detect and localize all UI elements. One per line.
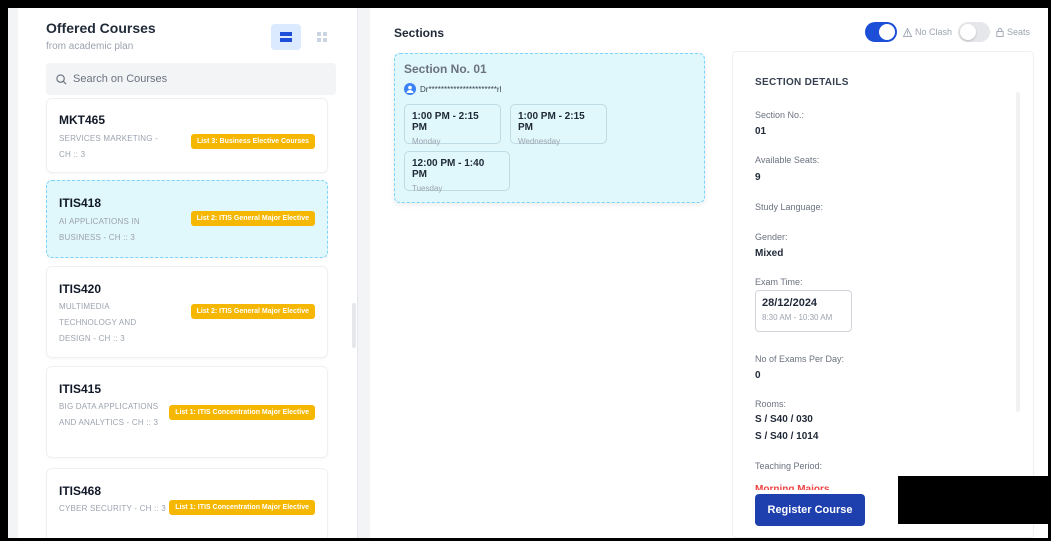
slot-time: 1:00 PM - 2:15 PM	[412, 111, 479, 133]
exam-hours: 8:30 AM - 10:30 AM	[762, 313, 833, 322]
lock-icon	[996, 27, 1004, 37]
course-list-scrollbar[interactable]	[352, 303, 356, 348]
exams-per-day-value: 0	[755, 370, 761, 381]
course-code: ITIS420	[59, 282, 102, 296]
search-icon	[56, 73, 67, 85]
course-code: ITIS415	[59, 382, 102, 396]
course-list-tag: List 3: Business Elective Courses	[190, 134, 315, 149]
seats-text: Seats	[1007, 27, 1031, 37]
room-item: S / S40 / 030	[755, 414, 813, 425]
seats-toggle[interactable]	[958, 22, 991, 42]
register-course-button[interactable]: Register Course	[755, 494, 865, 526]
section-card-01[interactable]: Section No. 01 Dr**********************r…	[394, 53, 705, 203]
search-placeholder: Search on Courses	[73, 73, 168, 85]
course-list-tag: List 2: ITIS General Major Elective	[190, 211, 315, 226]
course-code: ITIS468	[59, 484, 102, 498]
redaction-block	[898, 476, 1048, 524]
slot-time: 12:00 PM - 1:40 PM	[412, 158, 485, 180]
course-list-tag: List 1: ITIS Concentration Major Electiv…	[169, 500, 315, 515]
list-view-button[interactable]	[271, 24, 301, 50]
course-name: SERVICES MARKETING - CH :: 3	[59, 134, 158, 159]
instructor-name: Dr**********************rl	[420, 84, 502, 94]
details-scrollbar[interactable]	[1016, 92, 1020, 412]
list-view-icon	[280, 32, 292, 42]
grid-view-icon	[317, 32, 327, 42]
course-card-mkt465[interactable]: MKT465 SERVICES MARKETING - CH :: 3 List…	[46, 98, 328, 173]
course-card-itis420[interactable]: ITIS420 MULTIMEDIA TECHNOLOGY AND DESIGN…	[46, 266, 328, 358]
course-card-itis418[interactable]: ITIS418 AI APPLICATIONS IN BUSINESS - CH…	[46, 180, 328, 258]
time-slot: 1:00 PM - 2:15 PM Monday	[404, 104, 501, 146]
slot-time: 1:00 PM - 2:15 PM	[518, 111, 585, 133]
course-card-itis468[interactable]: ITIS468 CYBER SECURITY - CH :: 3 List 1:…	[46, 468, 328, 538]
rooms-label: Rooms:	[755, 399, 787, 409]
no-clash-text: No Clash	[915, 27, 953, 37]
panel-title: Offered Courses	[46, 20, 156, 36]
slot-day: Tuesday	[412, 184, 443, 193]
course-name: BIG DATA APPLICATIONS AND ANALYTICS - CH…	[59, 402, 159, 427]
section-number: Section No. 01	[404, 62, 487, 76]
section-details-panel: SECTION DETAILS Section No.: 01 Availabl…	[732, 51, 1034, 538]
warning-icon	[903, 27, 912, 37]
user-icon	[406, 85, 414, 93]
course-code: ITIS418	[59, 196, 102, 210]
course-name: AI APPLICATIONS IN BUSINESS - CH :: 3	[59, 217, 140, 242]
toggle-knob	[879, 24, 895, 40]
offered-courses-panel: Offered Courses from academic plan Searc…	[18, 8, 358, 538]
exam-time-label: Exam Time:	[755, 277, 803, 287]
no-clash-label: No Clash	[903, 27, 952, 37]
gender-value: Mixed	[755, 248, 784, 259]
instructor-avatar-icon	[404, 83, 416, 95]
seats-label: Available Seats:	[755, 155, 820, 165]
instructor: Dr**********************rl	[404, 83, 501, 95]
course-search-input[interactable]: Search on Courses	[46, 63, 336, 95]
course-name: CYBER SECURITY - CH :: 3	[59, 504, 166, 513]
filter-toggles: No Clash Seats	[865, 22, 1030, 42]
course-name: MULTIMEDIA TECHNOLOGY AND DESIGN - CH ::…	[59, 302, 137, 343]
course-code: MKT465	[59, 113, 106, 127]
slot-day: Wednesday	[518, 137, 561, 146]
room-item: S / S40 / 1014	[755, 431, 819, 442]
course-card-itis415[interactable]: ITIS415 BIG DATA APPLICATIONS AND ANALYT…	[46, 366, 328, 458]
exams-per-day-label: No of Exams Per Day:	[755, 354, 845, 364]
section-no-value: 01	[755, 126, 767, 137]
exam-date: 28/12/2024	[762, 297, 818, 309]
seats-label: Seats	[996, 27, 1030, 37]
time-slot: 12:00 PM - 1:40 PM Tuesday	[404, 151, 510, 193]
seats-value: 9	[755, 172, 761, 183]
gender-label: Gender:	[755, 232, 788, 242]
teaching-period-value: Morning Majors	[755, 484, 830, 490]
course-list-tag: List 1: ITIS Concentration Major Electiv…	[169, 405, 315, 420]
section-no-label: Section No.:	[755, 110, 805, 120]
no-clash-toggle[interactable]	[865, 22, 897, 42]
time-slot: 1:00 PM - 2:15 PM Wednesday	[510, 104, 607, 146]
app-frame: Offered Courses from academic plan Searc…	[8, 8, 1048, 538]
sections-panel: Sections No Clash Seats Section No. 01 D…	[370, 8, 1048, 538]
exam-time-box: 28/12/2024 8:30 AM - 10:30 AM	[755, 290, 852, 332]
teaching-period-label: Teaching Period:	[755, 461, 823, 471]
details-title: SECTION DETAILS	[755, 77, 849, 88]
sections-title: Sections	[394, 26, 445, 40]
slot-day: Monday	[412, 137, 441, 146]
grid-view-button[interactable]	[307, 24, 337, 50]
panel-subtitle: from academic plan	[46, 41, 134, 52]
course-list-tag: List 2: ITIS General Major Elective	[190, 304, 315, 319]
language-label: Study Language:	[755, 202, 824, 212]
toggle-knob	[960, 24, 977, 40]
